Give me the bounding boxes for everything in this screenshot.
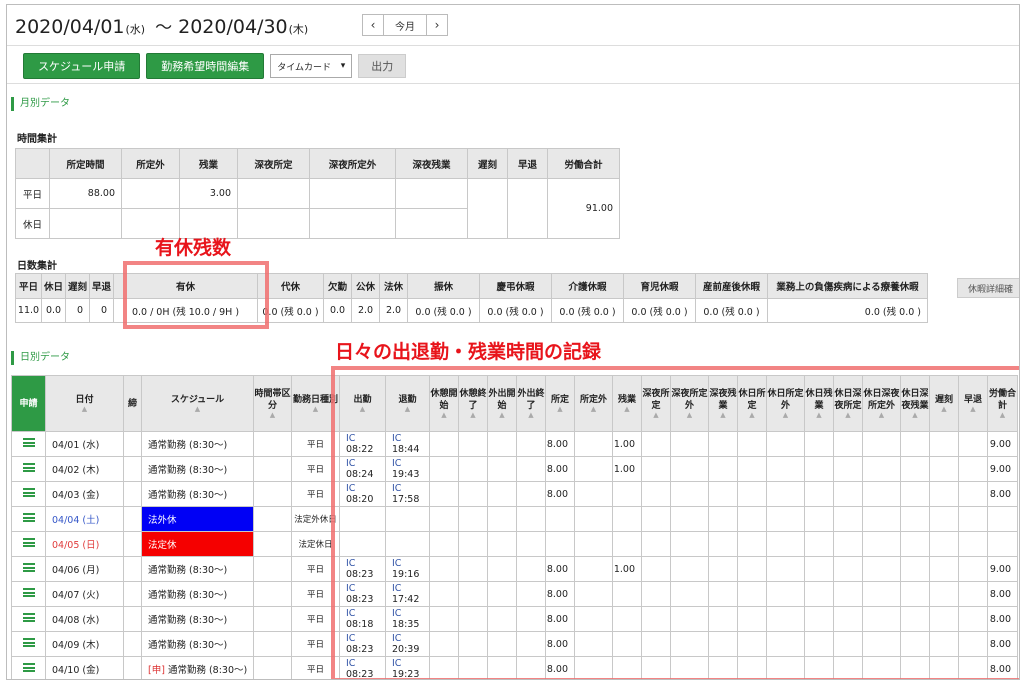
this-month-button[interactable]: 今月	[384, 14, 426, 36]
start-dow: (水)	[125, 23, 146, 36]
output-button[interactable]: 出力	[358, 54, 407, 78]
column-header[interactable]: 締	[123, 375, 142, 432]
menu-icon[interactable]	[22, 613, 35, 622]
range-tilde: 〜	[155, 18, 173, 38]
column-header: 申請	[11, 375, 46, 432]
app-frame: 2020/04/01 (水) 〜 2020/04/30 (木) ‹ 今月 › ス…	[6, 4, 1020, 680]
divider	[7, 83, 1019, 84]
toolbar: スケジュール申請 勤務希望時間編集 タイムカード ▾ 出力	[23, 53, 407, 79]
column-header[interactable]: 時間帯区分 ▲	[253, 375, 292, 432]
leave-detail-button[interactable]: 休暇詳細確	[957, 278, 1019, 298]
end-date: 2020/04/30	[178, 16, 288, 38]
menu-icon[interactable]	[22, 563, 35, 572]
view-select[interactable]: タイムカード ▾	[270, 54, 353, 78]
paid-leave-annotation: 有休残数	[155, 237, 232, 259]
time-summary-table: 所定時間 所定外 残業 深夜所定 深夜所定外 深夜残業 遅刻 早退 労働合計 平…	[15, 148, 620, 239]
daily-record-annotation: 日々の出退勤・残業時間の記録	[335, 341, 602, 363]
column-header[interactable]: 日付 ▲	[45, 375, 124, 432]
total-hours: 91.00	[547, 178, 620, 239]
days-summary-title: 日数集計	[17, 261, 57, 272]
menu-icon[interactable]	[22, 538, 35, 547]
time-summary-title: 時間集計	[17, 134, 57, 145]
table-row: 平日 88.00 3.00 91.00	[15, 178, 620, 239]
divider	[7, 45, 1019, 46]
schedule-request-button[interactable]: スケジュール申請	[23, 53, 141, 79]
sort-icon: ▲	[194, 405, 201, 413]
paid-leave-highlight	[123, 261, 269, 329]
date-range: 2020/04/01 (水) 〜 2020/04/30 (木)	[15, 13, 312, 39]
request-tag: [申]	[148, 665, 165, 676]
month-nav: ‹ 今月 ›	[362, 14, 448, 36]
menu-icon[interactable]	[22, 463, 35, 472]
prev-month-button[interactable]: ‹	[362, 14, 384, 36]
menu-icon[interactable]	[22, 588, 35, 597]
menu-icon[interactable]	[22, 513, 35, 522]
next-month-button[interactable]: ›	[426, 14, 448, 36]
menu-icon[interactable]	[22, 638, 35, 647]
column-header[interactable]: スケジュール ▲	[141, 375, 254, 432]
menu-icon[interactable]	[22, 488, 35, 497]
end-dow: (木)	[288, 23, 309, 36]
menu-icon[interactable]	[22, 663, 35, 672]
daily-record-highlight	[331, 366, 1019, 679]
menu-icon[interactable]	[22, 438, 35, 447]
start-date: 2020/04/01	[15, 16, 125, 38]
sort-icon: ▲	[269, 411, 276, 419]
edit-hours-button[interactable]: 勤務希望時間編集	[146, 53, 265, 79]
caret-down-icon: ▾	[340, 61, 346, 71]
view-select-value: タイムカード	[277, 62, 332, 73]
sort-icon: ▲	[81, 405, 88, 413]
monthly-section-title: 月別データ	[11, 97, 70, 111]
daily-section-title: 日別データ	[11, 351, 70, 365]
